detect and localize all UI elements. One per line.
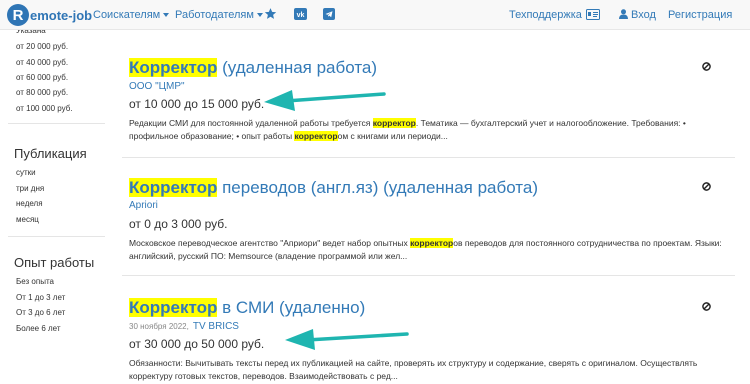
hide-job-icon[interactable] (702, 302, 711, 311)
job-title-link[interactable]: Корректор переводов (англ.яз) (удаленная… (129, 178, 538, 198)
chevron-down-icon (256, 13, 263, 18)
annotation-arrow (264, 90, 386, 111)
job-seekers-label: Соискателям (93, 9, 161, 21)
job-seekers-menu[interactable]: Соискателям (93, 9, 170, 21)
employers-menu[interactable]: Работодателям (175, 9, 263, 21)
publication-filter-month[interactable]: месяц (16, 215, 39, 224)
listing-divider (122, 157, 735, 158)
chevron-down-icon (163, 13, 170, 18)
job-description: Московское переводческое агентство "Апри… (129, 238, 722, 261)
job-title-link[interactable]: Корректор в СМИ (удаленно) (129, 298, 365, 318)
salary-filter-60000[interactable]: от 60 000 руб. (16, 73, 68, 82)
salary-filter-100000[interactable]: от 100 000 руб. (16, 104, 73, 113)
experience-filter-3-6[interactable]: От 3 до 6 лет (16, 308, 65, 317)
experience-filter-6-plus[interactable]: Более 6 лет (16, 324, 61, 333)
telegram-icon[interactable] (323, 8, 335, 20)
vk-icon[interactable]: vk (294, 8, 307, 20)
salary: от 0 до 3 000 руб. (129, 217, 228, 231)
salary: от 10 000 до 15 000 руб. (129, 97, 265, 111)
experience-filter-none[interactable]: Без опыта (16, 277, 54, 286)
job-description: Редакции СМИ для постоянной удаленной ра… (129, 118, 686, 141)
title-rest: переводов (англ.яз) (удаленная работа) (217, 178, 539, 197)
title-highlight: Корректор (129, 298, 218, 317)
login-link[interactable]: Вход (619, 9, 656, 21)
title-highlight: Корректор (129, 58, 218, 77)
salary-filter-20000[interactable]: от 20 000 руб. (16, 42, 68, 51)
salary-filter-specified[interactable]: Указана (16, 30, 46, 35)
top-navbar: R emote-job Соискателям Работодателям vk… (0, 0, 750, 30)
publication-heading: Публикация (14, 146, 87, 161)
star-icon[interactable] (264, 7, 277, 20)
desc-highlight: корректор (372, 118, 416, 128)
employers-label: Работодателям (175, 9, 254, 21)
title-rest: (удаленная работа) (217, 58, 378, 77)
experience-heading: Опыт работы (14, 255, 95, 270)
sidebar-divider (8, 123, 105, 124)
hide-job-icon[interactable] (702, 182, 711, 191)
support-link[interactable]: Техподдержка (509, 9, 582, 21)
salary: от 30 000 до 50 000 руб. (129, 337, 265, 351)
company-link[interactable]: Apriori (129, 200, 158, 211)
annotation-arrow (285, 329, 409, 350)
publication-filter-week[interactable]: неделя (16, 199, 43, 208)
title-highlight: Корректор (129, 178, 218, 197)
experience-filter-1-3[interactable]: От 1 до 3 лет (16, 293, 65, 302)
sidebar-divider (8, 236, 105, 237)
svg-text:vk: vk (297, 12, 305, 19)
publication-filter-three-days[interactable]: три дня (16, 184, 44, 193)
id-card-icon[interactable] (586, 9, 600, 20)
title-rest: в СМИ (удаленно) (217, 298, 366, 317)
job-meta: 30 ноября 2022, TV BRICS (129, 321, 239, 332)
job-title-link[interactable]: Корректор (удаленная работа) (129, 58, 377, 78)
salary-filter-40000[interactable]: от 40 000 руб. (16, 58, 68, 67)
salary-filter-80000[interactable]: от 80 000 руб. (16, 88, 68, 97)
user-icon (619, 9, 628, 19)
login-label: Вход (631, 9, 656, 21)
hide-job-icon[interactable] (702, 62, 711, 71)
company-link[interactable]: ООО "ЦМР" (129, 81, 185, 92)
logo-letter: R (7, 4, 29, 26)
company-link[interactable]: TV BRICS (193, 321, 239, 332)
desc-highlight: корректор (410, 238, 454, 248)
site-logo[interactable]: R emote-job (7, 3, 92, 27)
job-description: Обязанности: Вычитывать тексты перед их … (129, 358, 698, 381)
publication-filter-day[interactable]: сутки (16, 168, 36, 177)
logo-text: emote-job (30, 7, 93, 23)
register-link[interactable]: Регистрация (668, 9, 732, 21)
desc-highlight: корректор (294, 131, 338, 141)
publish-date: 30 ноября 2022, (129, 322, 189, 331)
listing-divider (122, 275, 735, 276)
